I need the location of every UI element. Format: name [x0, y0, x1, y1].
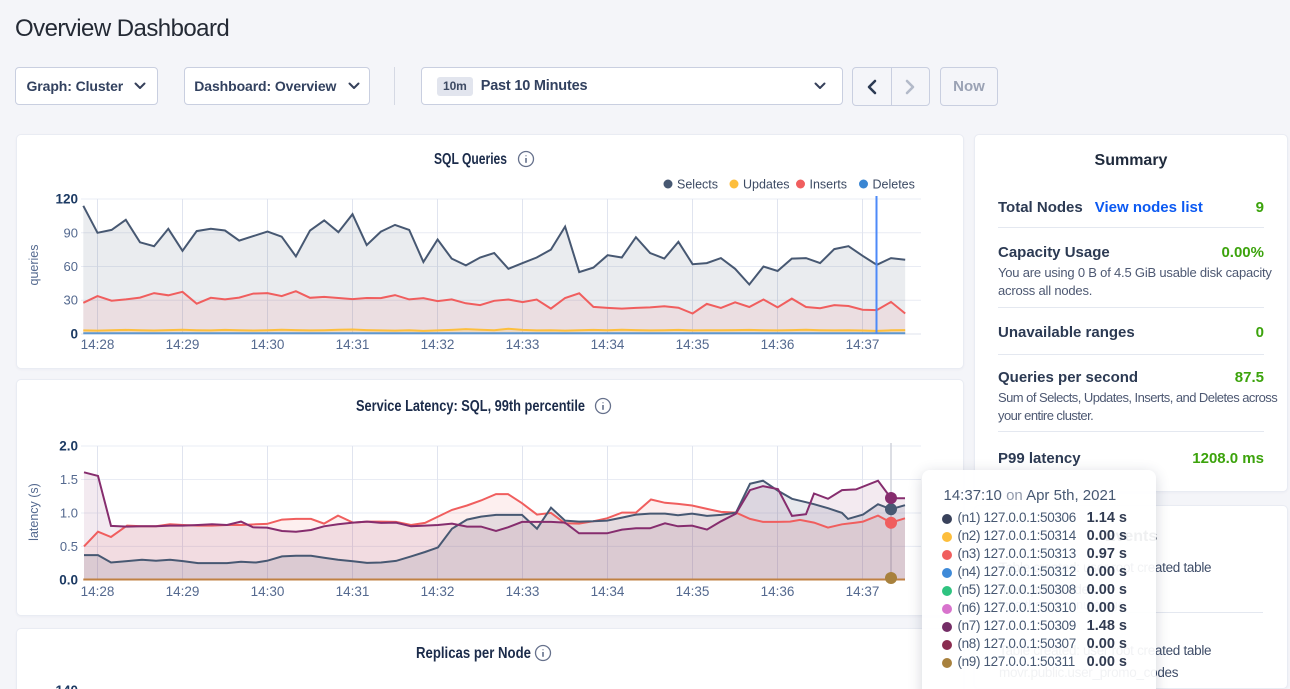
- svg-text:Inserts: Inserts: [810, 178, 848, 192]
- svg-text:14:35: 14:35: [676, 337, 710, 352]
- svg-text:14:28: 14:28: [81, 584, 115, 599]
- svg-text:14:36: 14:36: [761, 337, 795, 352]
- svg-text:140: 140: [55, 683, 78, 689]
- svg-text:queries: queries: [27, 245, 41, 286]
- svg-text:14:37: 14:37: [846, 584, 880, 599]
- svg-text:14:37: 14:37: [846, 337, 880, 352]
- svg-text:14:28: 14:28: [81, 337, 115, 352]
- svg-text:1.0: 1.0: [60, 506, 78, 521]
- svg-text:2.0: 2.0: [59, 439, 78, 454]
- svg-text:14:29: 14:29: [166, 337, 200, 352]
- svg-text:0.5: 0.5: [60, 539, 78, 554]
- svg-text:14:32: 14:32: [421, 584, 455, 599]
- svg-text:120: 120: [55, 192, 78, 207]
- svg-text:Service Latency: SQL, 99th per: Service Latency: SQL, 99th percentile: [356, 398, 585, 415]
- svg-text:Deletes: Deletes: [873, 178, 915, 192]
- svg-text:0: 0: [70, 327, 78, 342]
- svg-text:90: 90: [64, 225, 78, 240]
- svg-text:14:36: 14:36: [761, 584, 795, 599]
- svg-text:1.5: 1.5: [60, 472, 78, 487]
- svg-text:60: 60: [64, 259, 78, 274]
- svg-text:14:30: 14:30: [251, 584, 285, 599]
- svg-text:14:32: 14:32: [421, 337, 455, 352]
- svg-text:14:33: 14:33: [506, 337, 540, 352]
- svg-text:14:35: 14:35: [676, 584, 710, 599]
- svg-text:0.0: 0.0: [59, 572, 78, 587]
- svg-text:14:34: 14:34: [591, 337, 625, 352]
- svg-text:latency (s): latency (s): [27, 483, 41, 541]
- svg-text:Updates: Updates: [743, 178, 790, 192]
- svg-text:14:34: 14:34: [591, 584, 625, 599]
- svg-text:14:31: 14:31: [336, 584, 370, 599]
- svg-text:30: 30: [64, 293, 78, 308]
- svg-text:14:31: 14:31: [336, 337, 370, 352]
- svg-text:Replicas per Node: Replicas per Node: [416, 645, 531, 662]
- svg-text:SQL Queries: SQL Queries: [434, 151, 507, 168]
- svg-text:14:33: 14:33: [506, 584, 540, 599]
- svg-text:Selects: Selects: [677, 178, 718, 192]
- svg-text:14:30: 14:30: [251, 337, 285, 352]
- svg-text:14:29: 14:29: [166, 584, 200, 599]
